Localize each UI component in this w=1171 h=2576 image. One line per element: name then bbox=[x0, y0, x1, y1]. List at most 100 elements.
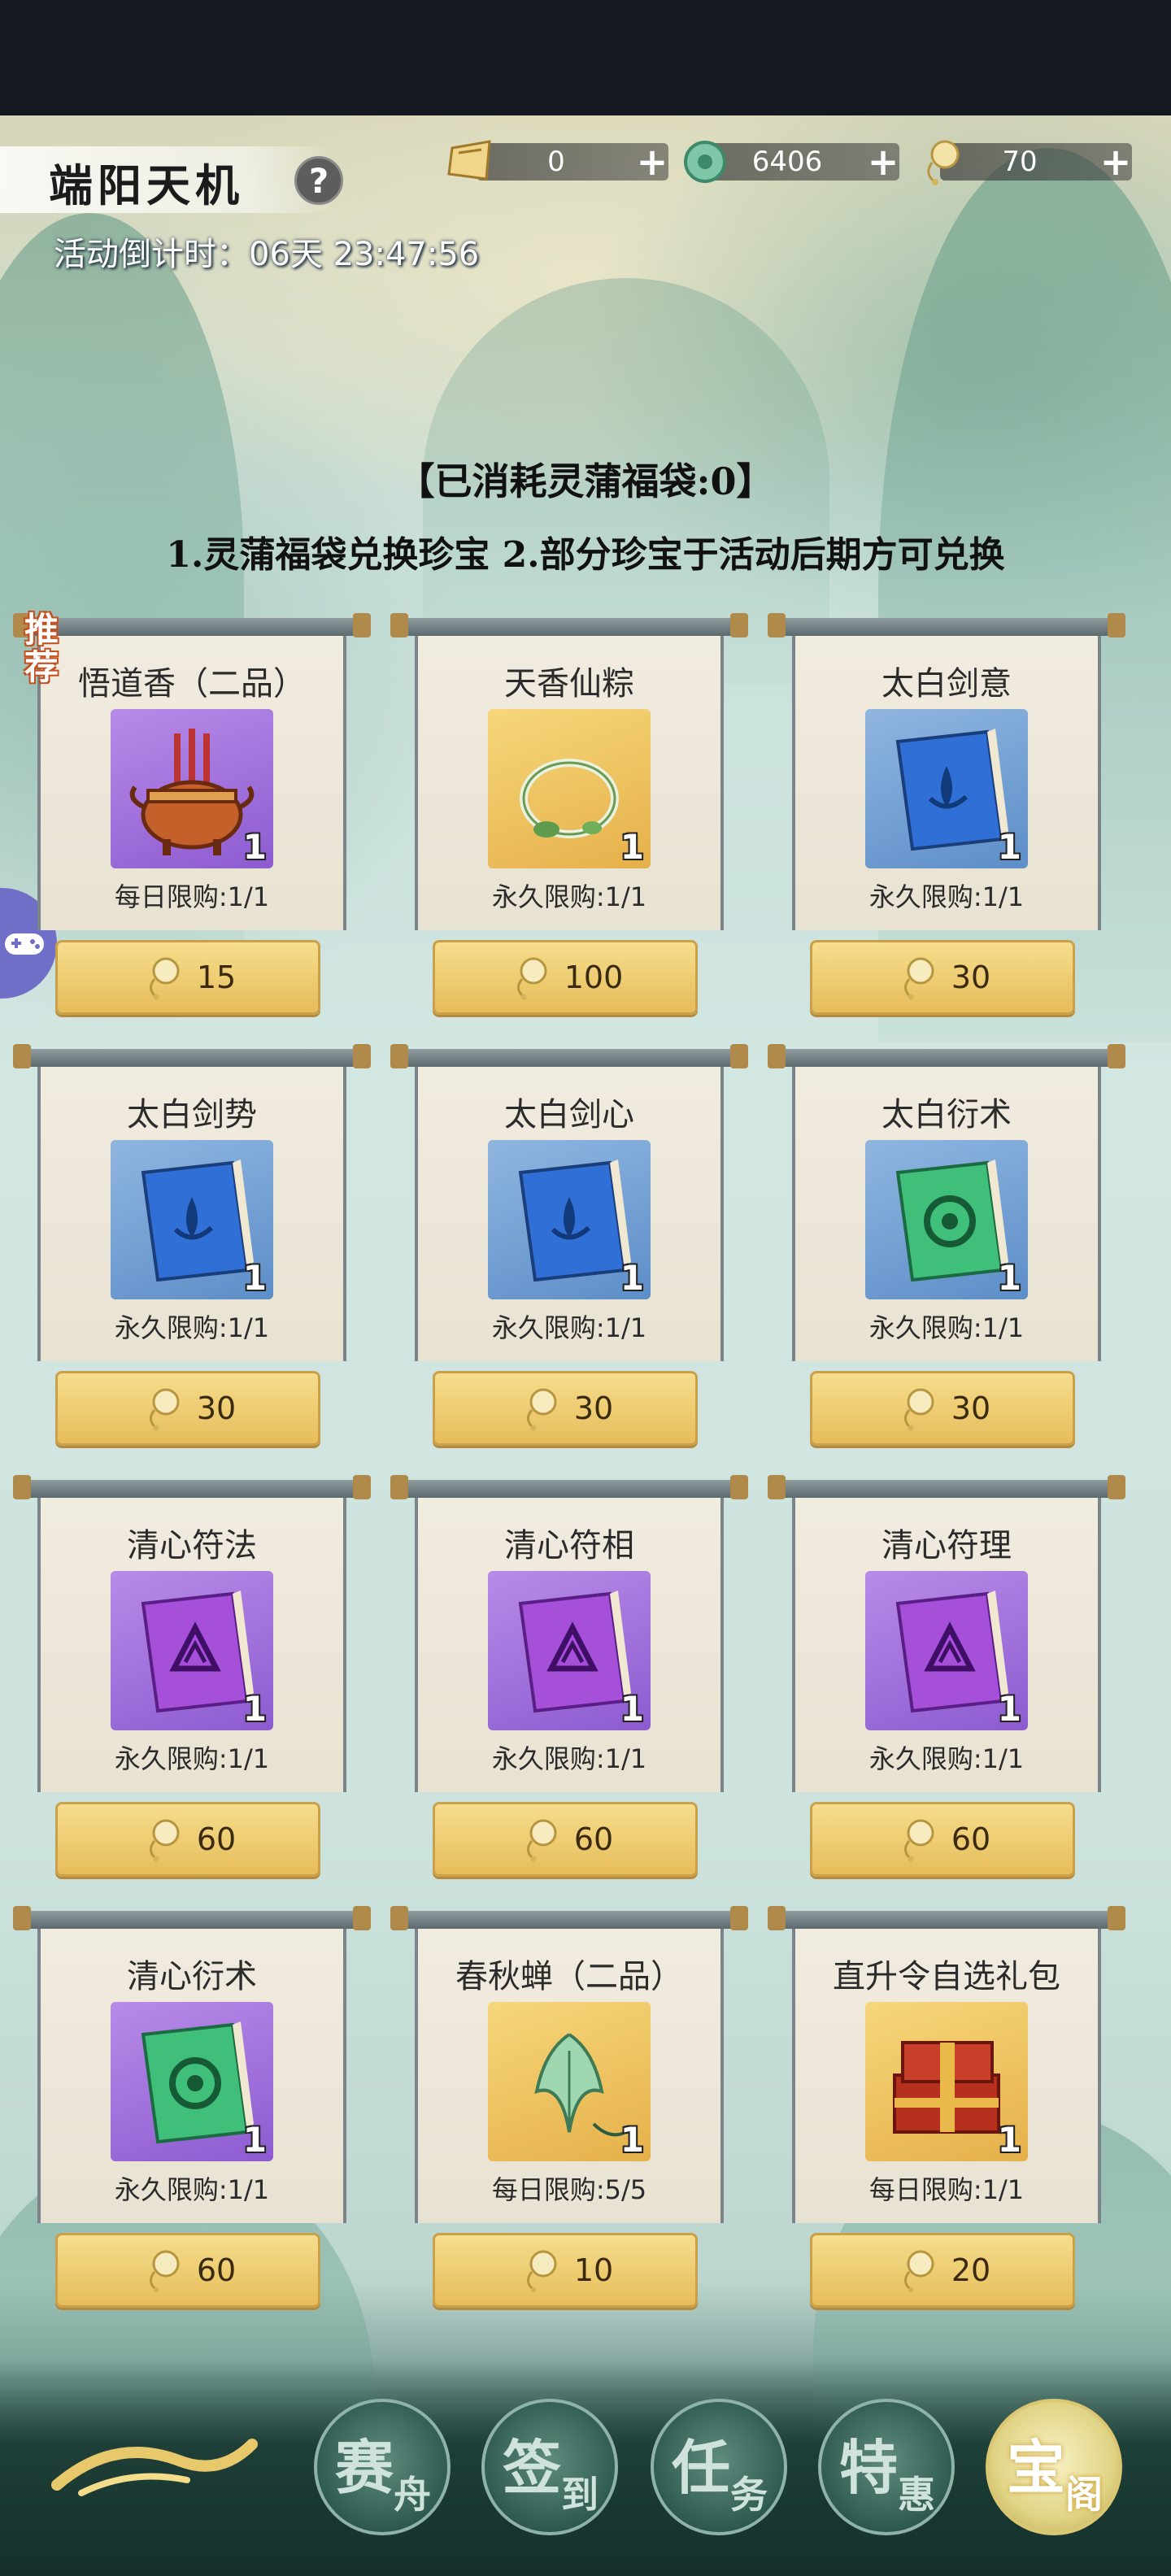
purchase-limit: 每日限购:1/1 bbox=[868, 2174, 1025, 2205]
purchase-limit: 永久限购:1/1 bbox=[114, 2174, 270, 2205]
item-name: 太白剑势 bbox=[127, 1096, 257, 1134]
item-price: 30 bbox=[951, 959, 991, 995]
scroll-rod bbox=[768, 1475, 1125, 1499]
item-quantity: 1 bbox=[620, 1689, 644, 1729]
scroll-rod bbox=[390, 1475, 748, 1499]
item-price: 30 bbox=[196, 1390, 237, 1426]
nav-label-main: 特 bbox=[839, 2433, 899, 2502]
buy-button[interactable]: 15 bbox=[55, 940, 320, 1015]
nav-tasks-button[interactable]: 任务 bbox=[651, 2399, 787, 2535]
buy-button[interactable]: 100 bbox=[433, 940, 698, 1015]
currency-value: 6406 bbox=[751, 146, 823, 178]
sachet-coin-icon bbox=[903, 1819, 934, 1862]
nav-sign-in-button[interactable]: 签到 bbox=[481, 2399, 618, 2535]
purchase-limit: 永久限购:1/1 bbox=[491, 881, 647, 912]
countdown: 活动倒计时：06天 23:47:56 bbox=[54, 228, 479, 275]
shop-item-card: 清心衍术 1 永久限购:1/1 60 bbox=[13, 1906, 371, 2309]
item-name: 清心符相 bbox=[504, 1527, 634, 1564]
sachet-coin-icon bbox=[903, 957, 934, 1000]
sachet-coin-icon bbox=[516, 957, 547, 1000]
purchase-limit: 永久限购:1/1 bbox=[114, 1312, 270, 1343]
buy-button[interactable]: 30 bbox=[810, 940, 1075, 1015]
item-slot[interactable]: 1 bbox=[865, 1140, 1028, 1299]
buy-button[interactable]: 60 bbox=[55, 1802, 320, 1877]
buy-button[interactable]: 60 bbox=[810, 1802, 1075, 1877]
item-name: 太白衍术 bbox=[882, 1096, 1012, 1134]
nav-label-sub: 阁 bbox=[1065, 2473, 1103, 2517]
exchange-rules: 1.灵蒲福袋兑换珍宝 2.部分珍宝于活动后期方可兑换 bbox=[166, 534, 1005, 576]
sachet-coin-icon bbox=[149, 1819, 180, 1862]
item-slot[interactable]: 1 bbox=[111, 709, 273, 868]
shop-item-card: 春秋蝉（二品） 1 每日限购:5/5 10 bbox=[390, 1906, 748, 2309]
buy-button[interactable]: 30 bbox=[55, 1371, 320, 1446]
sachet-coin-icon bbox=[526, 2250, 557, 2293]
item-slot[interactable]: 1 bbox=[111, 1140, 273, 1299]
nav-dragon-boat-button[interactable]: 赛舟 bbox=[314, 2399, 451, 2535]
shop-item-card: 清心符法 1 永久限购:1/1 60 bbox=[13, 1475, 371, 1878]
item-slot[interactable]: 1 bbox=[865, 2002, 1028, 2161]
item-quantity: 1 bbox=[242, 2120, 267, 2160]
item-name: 清心符理 bbox=[882, 1527, 1012, 1564]
scroll-rod bbox=[390, 1044, 748, 1068]
shop-item-card: 太白剑心 1 永久限购:1/1 30 bbox=[390, 1044, 748, 1447]
add-ticket-button[interactable]: + bbox=[636, 143, 668, 181]
scroll-rod bbox=[390, 613, 748, 637]
buy-button[interactable]: 10 bbox=[433, 2233, 698, 2308]
item-price: 20 bbox=[951, 2252, 991, 2288]
item-slot[interactable]: 1 bbox=[111, 1571, 273, 1730]
purchase-limit: 永久限购:1/1 bbox=[114, 1743, 270, 1774]
add-jade-button[interactable]: + bbox=[867, 143, 899, 181]
shop-item-card: 太白衍术 1 永久限购:1/1 30 bbox=[768, 1044, 1125, 1447]
page-title: 端阳天机 bbox=[49, 159, 244, 211]
nav-treasure-pavilion-button[interactable]: 宝阁 bbox=[986, 2399, 1122, 2535]
item-quantity: 1 bbox=[997, 1689, 1021, 1729]
item-price: 30 bbox=[573, 1390, 614, 1426]
nav-label-sub: 舟 bbox=[394, 2473, 431, 2517]
nav-label-main: 签 bbox=[503, 2433, 562, 2502]
jade-icon bbox=[684, 141, 726, 183]
scroll-rod bbox=[13, 1475, 371, 1499]
item-slot[interactable]: 1 bbox=[488, 1571, 651, 1730]
shop-item-card: 太白剑势 1 永久限购:1/1 30 bbox=[13, 1044, 371, 1447]
countdown-value: 06天 23:47:56 bbox=[249, 236, 480, 273]
item-price: 10 bbox=[573, 2252, 614, 2288]
purchase-limit: 每日限购:5/5 bbox=[491, 2174, 647, 2205]
item-price: 15 bbox=[196, 959, 237, 995]
countdown-label: 活动倒计时： bbox=[54, 236, 249, 273]
buy-button[interactable]: 20 bbox=[810, 2233, 1075, 2308]
scroll-rod bbox=[13, 1906, 371, 1930]
item-quantity: 1 bbox=[997, 827, 1021, 867]
status-bar-area bbox=[0, 0, 1171, 115]
nav-label-sub: 务 bbox=[730, 2473, 768, 2517]
item-quantity: 1 bbox=[242, 1258, 267, 1298]
item-name: 天香仙粽 bbox=[504, 665, 634, 703]
item-quantity: 1 bbox=[620, 2120, 644, 2160]
item-slot[interactable]: 1 bbox=[111, 2002, 273, 2161]
recommend-badge: 推荐 bbox=[24, 610, 59, 687]
nav-label-sub: 到 bbox=[561, 2473, 599, 2517]
buy-button[interactable]: 60 bbox=[55, 2233, 320, 2308]
buy-button[interactable]: 30 bbox=[810, 1371, 1075, 1446]
shop-item-card: 天香仙粽 1 永久限购:1/1 100 bbox=[390, 613, 748, 1016]
item-slot[interactable]: 1 bbox=[488, 2002, 651, 2161]
shop-item-card: 清心符理 1 永久限购:1/1 60 bbox=[768, 1475, 1125, 1878]
consumed-sachets: 【已消耗灵蒲福袋:0】 bbox=[397, 459, 774, 503]
currency-jade: 6406 + bbox=[707, 143, 899, 181]
help-icon[interactable]: ? bbox=[294, 156, 343, 205]
item-slot[interactable]: 1 bbox=[488, 709, 651, 868]
shop-item-card: 悟道香（二品） 1 每日限购:1/1 15 推荐 bbox=[13, 611, 371, 1016]
item-slot[interactable]: 1 bbox=[865, 709, 1028, 868]
sachet-coin-icon bbox=[149, 1388, 180, 1431]
item-slot[interactable]: 1 bbox=[488, 1140, 651, 1299]
purchase-limit: 永久限购:1/1 bbox=[868, 1312, 1025, 1343]
item-slot[interactable]: 1 bbox=[865, 1571, 1028, 1730]
sachet-coin-icon bbox=[149, 2250, 180, 2293]
add-sachet-button[interactable]: + bbox=[1099, 143, 1132, 181]
currency-sachet: 70 + bbox=[940, 143, 1132, 181]
purchase-limit: 永久限购:1/1 bbox=[491, 1312, 647, 1343]
nav-special-offers-button[interactable]: 特惠 bbox=[818, 2399, 955, 2535]
shop-item-card: 太白剑意 1 永久限购:1/1 30 bbox=[768, 613, 1125, 1016]
buy-button[interactable]: 30 bbox=[433, 1371, 698, 1446]
buy-button[interactable]: 60 bbox=[433, 1802, 698, 1877]
currency-value: 0 bbox=[547, 146, 565, 178]
